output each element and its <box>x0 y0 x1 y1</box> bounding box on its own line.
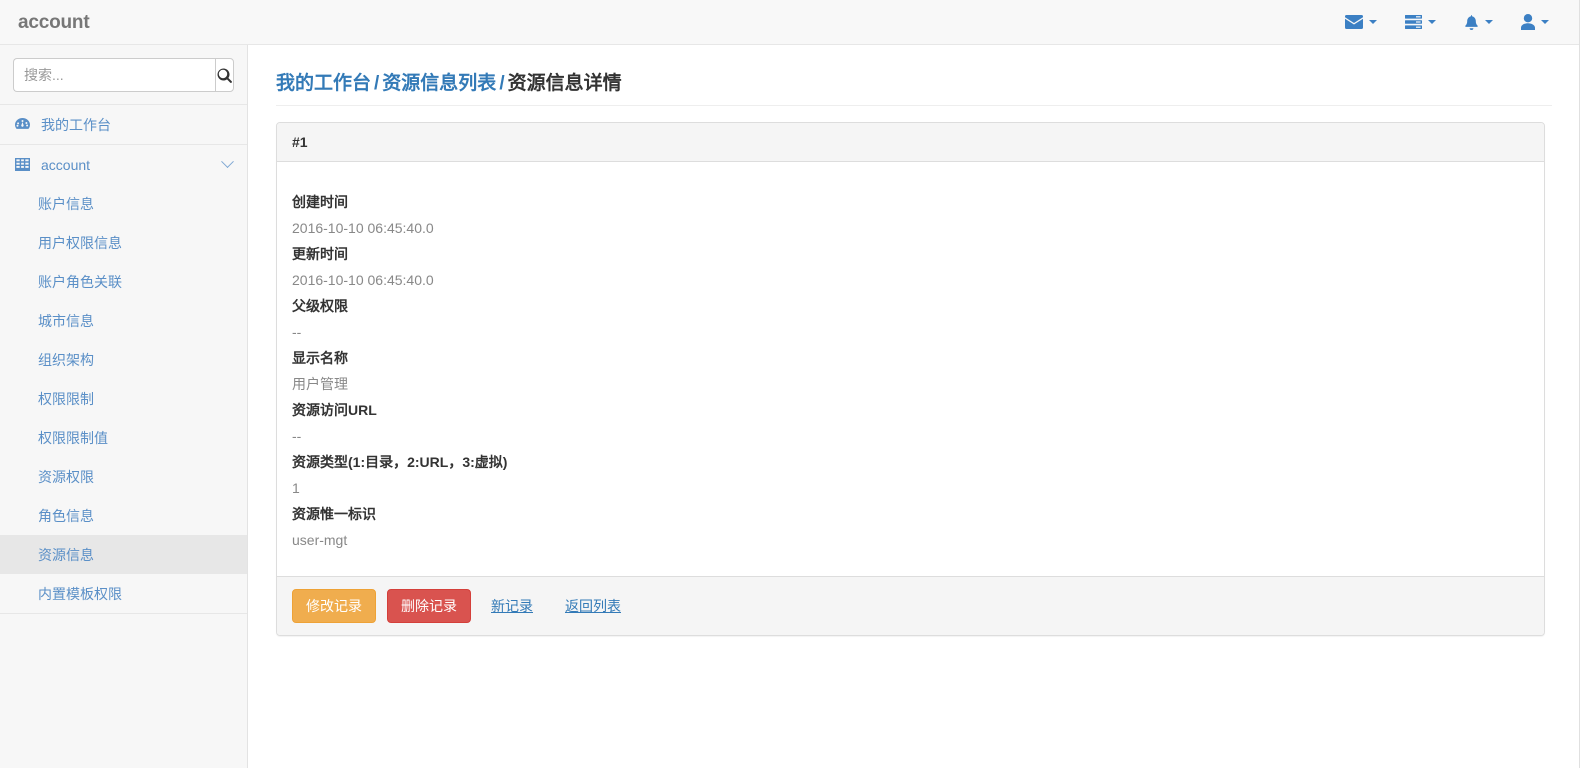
sidebar-item-label: 组织架构 <box>38 350 94 370</box>
vertical-scrollbar[interactable] <box>1579 0 1591 768</box>
sidebar-subnav: 账户信息用户权限信息账户角色关联城市信息组织架构权限限制权限限制值资源权限角色信… <box>0 184 247 613</box>
table-icon <box>15 158 35 171</box>
sidebar-bottom-divider <box>0 613 247 614</box>
sidebar-item-4[interactable]: 组织架构 <box>0 340 247 379</box>
sidebar-item-label: 权限限制 <box>38 389 94 409</box>
sidebar-nav: 我的工作台 account 账户信息用户权限信息账户角色关联城市信息组织架构权限… <box>0 104 247 614</box>
search-button[interactable] <box>215 58 234 92</box>
top-navbar: account <box>0 0 1579 45</box>
envelope-icon <box>1345 15 1363 29</box>
search-input[interactable] <box>13 58 215 92</box>
sidebar-search <box>0 45 247 104</box>
navbar-right-group <box>1331 0 1579 44</box>
search-icon <box>217 68 232 83</box>
messages-dropdown[interactable] <box>1331 0 1391 44</box>
breadcrumb-current: 资源信息详情 <box>508 73 622 94</box>
sidebar-item-label: 账户信息 <box>38 194 94 214</box>
bell-icon <box>1464 14 1479 30</box>
sidebar-item-label: 我的工作台 <box>41 115 111 135</box>
field-value: -- <box>292 423 1529 449</box>
sidebar-item-6[interactable]: 权限限制值 <box>0 418 247 457</box>
breadcrumb-root[interactable]: 我的工作台 <box>276 73 371 94</box>
breadcrumb-separator-1: / <box>371 73 382 94</box>
field-value: 2016-10-10 06:45:40.0 <box>292 215 1529 241</box>
sidebar-item-10[interactable]: 内置模板权限 <box>0 574 247 613</box>
sidebar-group-account[interactable]: account <box>0 144 247 184</box>
panel-body: 创建时间2016-10-10 06:45:40.0更新时间2016-10-10 … <box>277 162 1544 576</box>
chevron-down-icon <box>1541 20 1549 24</box>
edit-record-button[interactable]: 修改记录 <box>292 589 376 623</box>
tasks-icon <box>1405 15 1422 29</box>
sidebar-item-0[interactable]: 账户信息 <box>0 184 247 223</box>
sidebar-item-label: 账户角色关联 <box>38 272 122 292</box>
field-value: user-mgt <box>292 527 1529 553</box>
sidebar-item-7[interactable]: 资源权限 <box>0 457 247 496</box>
field-value: -- <box>292 319 1529 345</box>
sidebar-item-label: 角色信息 <box>38 506 94 526</box>
sidebar: 我的工作台 account 账户信息用户权限信息账户角色关联城市信息组织架构权限… <box>0 45 248 768</box>
sidebar-item-2[interactable]: 账户角色关联 <box>0 262 247 301</box>
sidebar-item-8[interactable]: 角色信息 <box>0 496 247 535</box>
detail-panel: #1 创建时间2016-10-10 06:45:40.0更新时间2016-10-… <box>276 122 1545 636</box>
main-content: 我的工作台/资源信息列表/资源信息详情 #1 创建时间2016-10-10 06… <box>249 45 1579 768</box>
breadcrumb-parent[interactable]: 资源信息列表 <box>382 73 496 94</box>
panel-footer: 修改记录 删除记录 新记录 返回列表 <box>277 576 1544 635</box>
chevron-down-icon <box>221 155 234 168</box>
sidebar-item-5[interactable]: 权限限制 <box>0 379 247 418</box>
breadcrumb-separator-2: / <box>496 73 507 94</box>
tasks-dropdown[interactable] <box>1391 0 1450 44</box>
breadcrumb-rule <box>276 105 1552 106</box>
sidebar-item-dashboard[interactable]: 我的工作台 <box>0 104 247 144</box>
sidebar-item-label: 城市信息 <box>38 311 94 331</box>
field-label: 父级权限 <box>292 293 1529 319</box>
field-label: 资源访问URL <box>292 397 1529 423</box>
dashboard-icon <box>15 118 35 131</box>
sidebar-item-label: 资源信息 <box>38 545 94 565</box>
delete-record-button[interactable]: 删除记录 <box>387 589 471 623</box>
sidebar-item-9[interactable]: 资源信息 <box>0 535 247 574</box>
field-label: 资源惟一标识 <box>292 501 1529 527</box>
new-record-link[interactable]: 新记录 <box>479 589 545 623</box>
user-dropdown[interactable] <box>1507 0 1563 44</box>
sidebar-item-3[interactable]: 城市信息 <box>0 301 247 340</box>
field-label: 资源类型(1:目录，2:URL，3:虚拟) <box>292 449 1529 475</box>
sidebar-item-label: 内置模板权限 <box>38 584 122 604</box>
field-label: 更新时间 <box>292 241 1529 267</box>
sidebar-item-label: 权限限制值 <box>38 428 108 448</box>
panel-heading: #1 <box>277 123 1544 162</box>
field-label: 创建时间 <box>292 189 1529 215</box>
detail-field-list: 创建时间2016-10-10 06:45:40.0更新时间2016-10-10 … <box>292 189 1529 553</box>
sidebar-item-label: 资源权限 <box>38 467 94 487</box>
sidebar-group-label: account <box>41 157 90 173</box>
sidebar-item-label: 用户权限信息 <box>38 233 122 253</box>
breadcrumb: 我的工作台/资源信息列表/资源信息详情 <box>249 45 1579 96</box>
sidebar-item-1[interactable]: 用户权限信息 <box>0 223 247 262</box>
chevron-down-icon <box>1485 20 1493 24</box>
chevron-down-icon <box>1369 20 1377 24</box>
field-value: 2016-10-10 06:45:40.0 <box>292 267 1529 293</box>
field-value: 1 <box>292 475 1529 501</box>
field-value: 用户管理 <box>292 371 1529 397</box>
notifications-dropdown[interactable] <box>1450 0 1507 44</box>
field-label: 显示名称 <box>292 345 1529 371</box>
brand-title[interactable]: account <box>0 13 89 32</box>
user-icon <box>1521 14 1535 30</box>
back-to-list-link[interactable]: 返回列表 <box>553 589 633 623</box>
chevron-down-icon <box>1428 20 1436 24</box>
